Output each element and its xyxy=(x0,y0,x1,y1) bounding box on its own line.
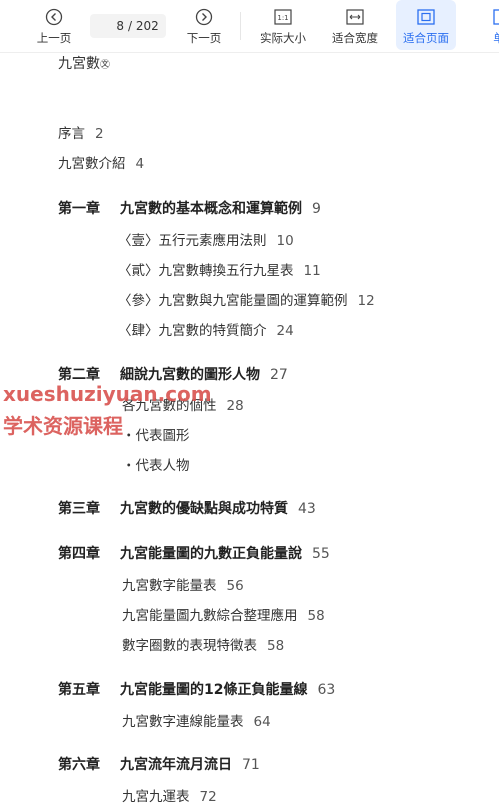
toc-front-item[interactable]: 序言 2 xyxy=(58,122,104,142)
toc-item[interactable]: 〈肆〉九宮數的特質簡介 24 xyxy=(118,319,294,339)
page-number-input[interactable] xyxy=(98,19,124,33)
page-total: / 202 xyxy=(128,19,159,33)
prev-page-button[interactable]: 上一页 xyxy=(28,0,80,50)
toc-item[interactable]: 九宮九運表 72 xyxy=(122,785,217,805)
fit-width-button[interactable]: 适合宽度 xyxy=(325,0,385,50)
pdf-toolbar: 上一页 / 202 下一页 1:1 实际大小 适合宽度 适合页面 单 xyxy=(0,0,499,53)
watermark-url: xueshuziyuan.com xyxy=(3,382,212,406)
toc-chapter[interactable]: 第二章 細說九宮數的圖形人物 27 xyxy=(58,364,288,384)
page-number-box: / 202 xyxy=(90,14,166,38)
toc-item[interactable]: 數字圈數的表現特徵表 58 xyxy=(122,634,284,654)
toc-item[interactable]: 〈壹〉五行元素應用法則 10 xyxy=(118,229,294,249)
actual-size-button[interactable]: 1:1 实际大小 xyxy=(252,0,314,50)
fit-width-label: 适合宽度 xyxy=(332,31,378,45)
chevron-left-circle-icon xyxy=(45,8,63,26)
fit-page-icon xyxy=(417,8,435,26)
single-page-label: 单 xyxy=(493,30,499,46)
toc-item[interactable]: 〈參〉九宮數與九宮能量圖的運算範例 12 xyxy=(118,289,375,309)
toc-chapter[interactable]: 第一章 九宮數的基本概念和運算範例 9 xyxy=(58,198,321,218)
toc-chapter[interactable]: 第五章 九宮能量圖的12條正負能量線 63 xyxy=(58,679,335,699)
toc-chapter[interactable]: 第六章 九宮流年流月流日 71 xyxy=(58,754,260,774)
toc-item[interactable]: ・代表人物 xyxy=(122,454,190,474)
watermark-text: 学术资源课程 xyxy=(3,414,123,438)
next-page-label: 下一页 xyxy=(186,31,222,45)
next-page-button[interactable]: 下一页 xyxy=(178,0,230,50)
toc-item[interactable]: 九宮能量圖九數綜合整理應用 58 xyxy=(122,604,325,624)
fit-width-icon xyxy=(346,8,364,26)
svg-text:1:1: 1:1 xyxy=(277,14,288,22)
actual-size-label: 实际大小 xyxy=(260,31,306,45)
toc-chapter[interactable]: 第四章 九宮能量圖的九數正負能量說 55 xyxy=(58,543,330,563)
partial-heading: 九宮數㉆ xyxy=(58,56,110,72)
prev-page-label: 上一页 xyxy=(36,31,72,45)
chevron-right-circle-icon xyxy=(195,8,213,26)
toc-front-item[interactable]: 九宮數介紹 4 xyxy=(58,152,144,172)
fit-page-label: 适合页面 xyxy=(403,31,449,45)
single-page-button[interactable]: 单 xyxy=(484,0,499,50)
fit-page-button[interactable]: 适合页面 xyxy=(396,0,456,50)
actual-size-icon: 1:1 xyxy=(274,8,292,26)
single-page-icon xyxy=(493,8,499,26)
toc-chapter[interactable]: 第三章 九宮數的優缺點與成功特質 43 xyxy=(58,498,316,518)
document-page: 九宮數㉆ 序言 2 九宮數介紹 4 第一章 九宮數的基本概念和運算範例 9 〈壹〉五行元… xyxy=(0,52,499,812)
toc-item[interactable]: 九宮數字連線能量表 64 xyxy=(122,710,271,730)
toc-item[interactable]: ・代表圖形 xyxy=(122,424,190,444)
toolbar-divider xyxy=(240,12,241,40)
toc-item[interactable]: 〈貳〉九宮數轉換五行九星表 11 xyxy=(118,259,321,279)
toc-item[interactable]: 九宮數字能量表 56 xyxy=(122,574,244,594)
